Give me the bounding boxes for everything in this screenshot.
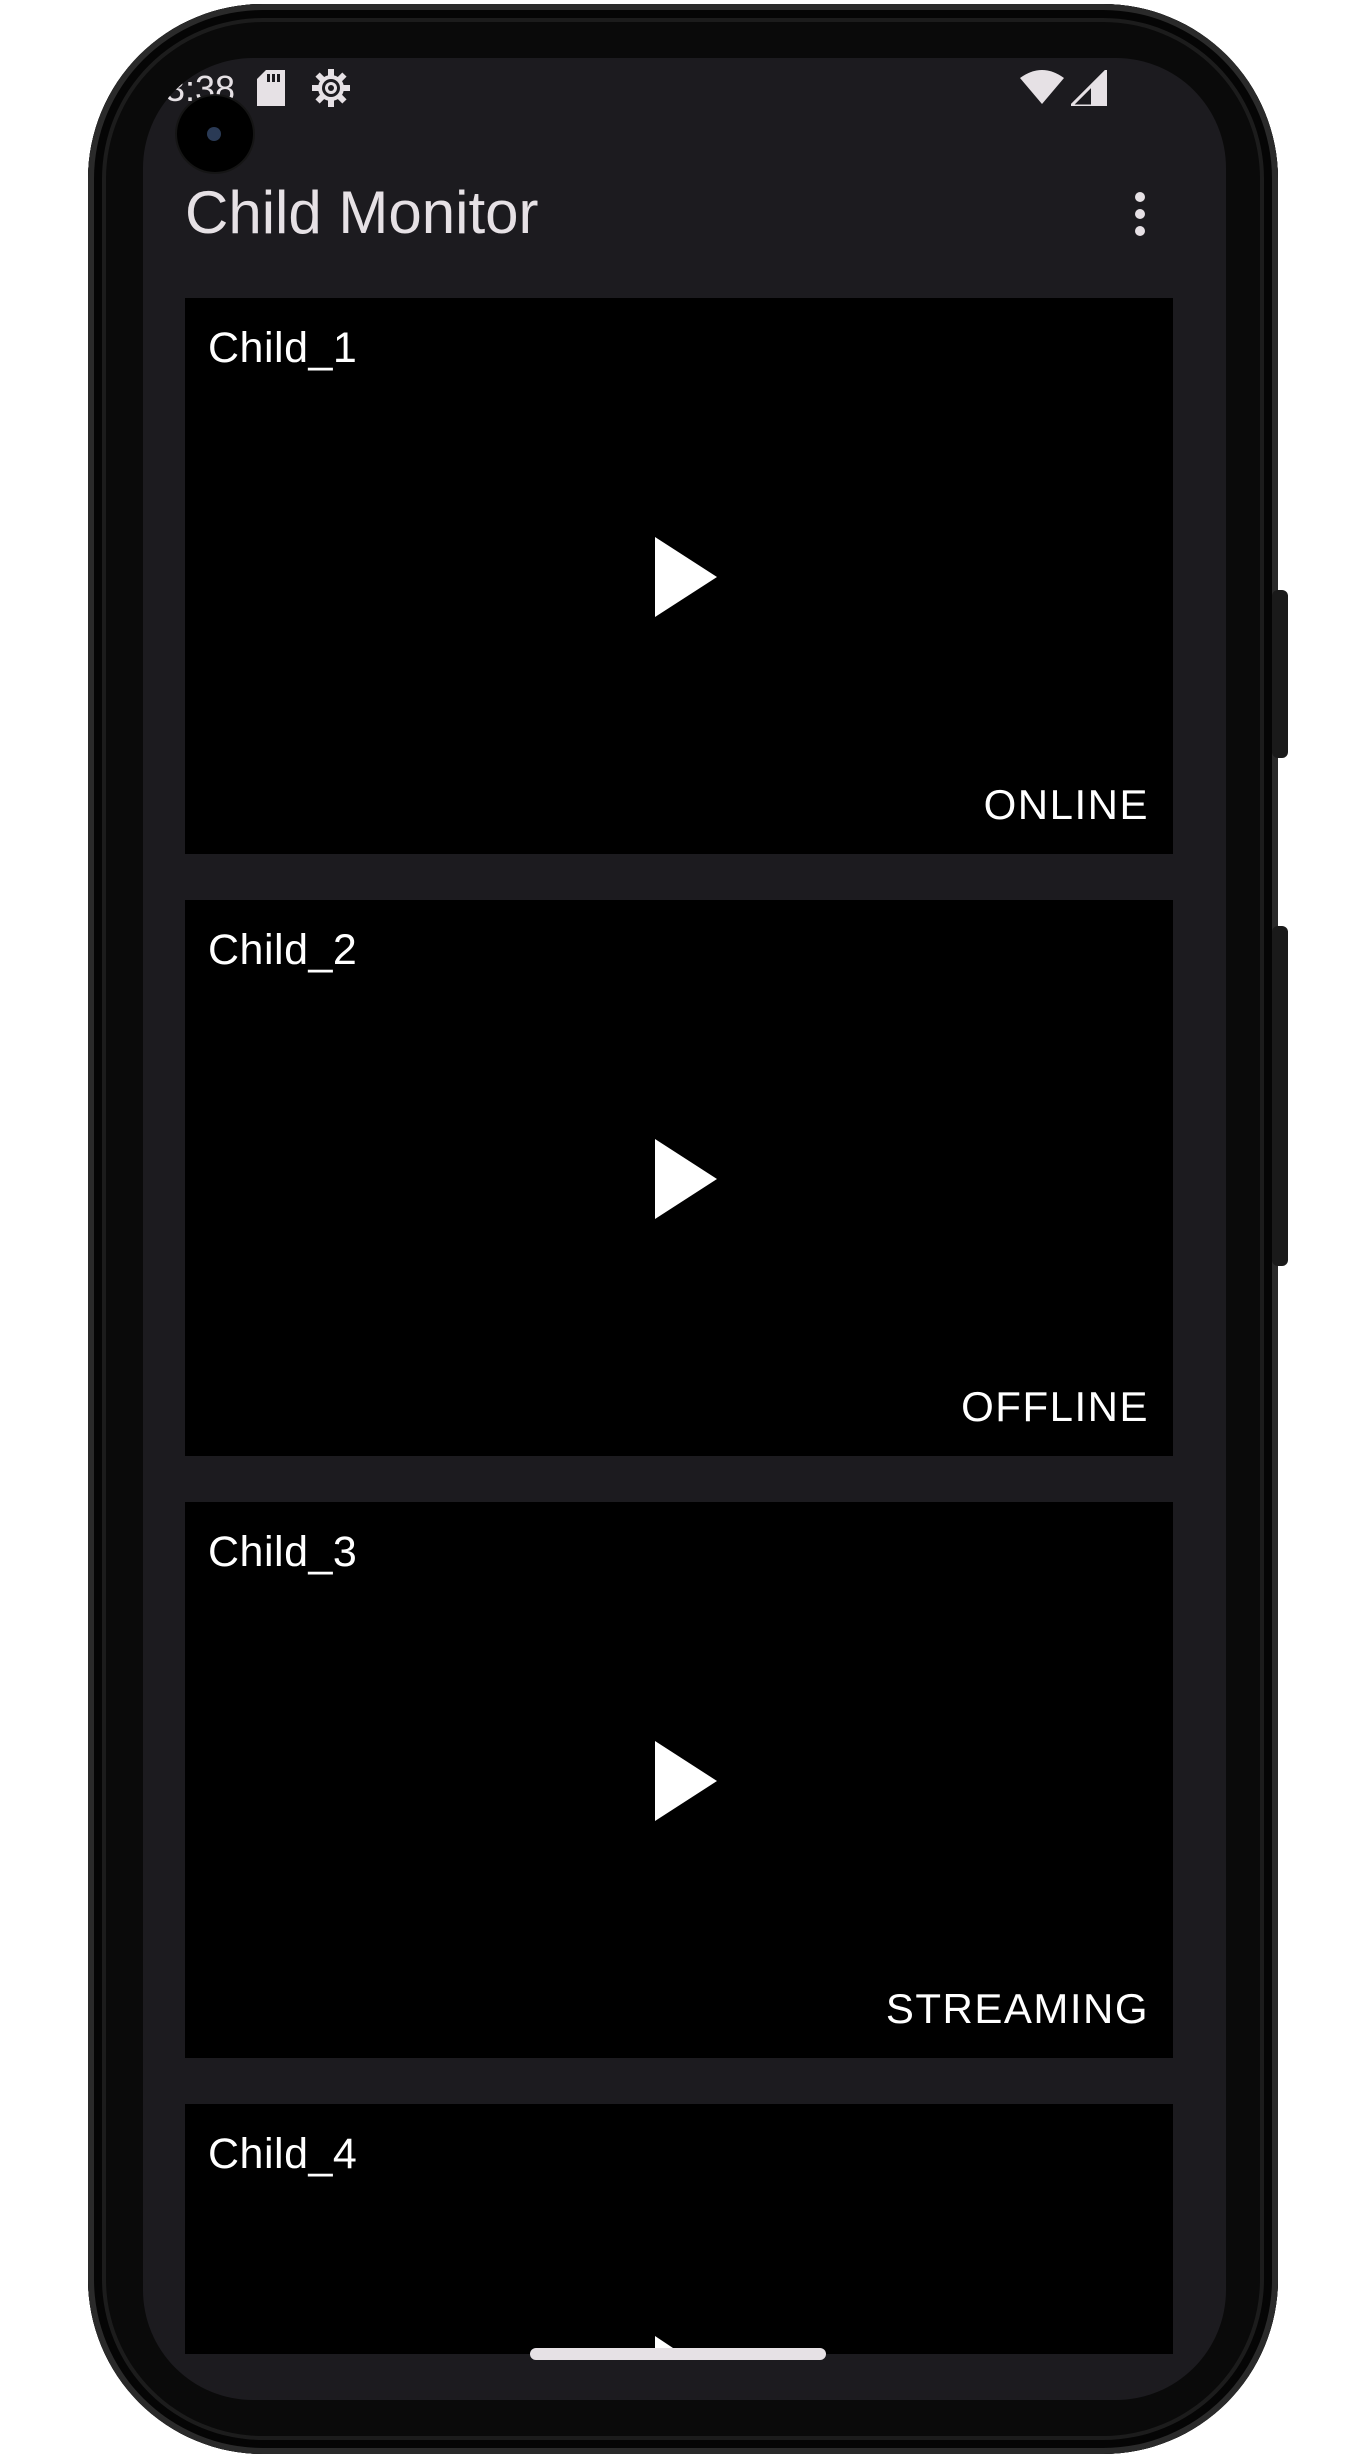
play-icon[interactable] (655, 1139, 717, 1219)
play-icon[interactable] (655, 1741, 717, 1821)
child-status: STREAMING (885, 1985, 1149, 2032)
cellular-signal-icon (1067, 66, 1109, 111)
child-card-3[interactable]: Child_3 STREAMING (185, 1502, 1173, 2058)
camera-lens (207, 127, 221, 141)
child-status: ONLINE (983, 781, 1149, 828)
more-vert-icon[interactable] (1115, 184, 1165, 244)
screen: 3:38 Child Monitor Child_1 ONLINE Child_… (143, 58, 1226, 2400)
settings-gear-icon (311, 68, 351, 113)
child-status: OFFLINE (961, 1383, 1149, 1430)
child-name: Child_3 (208, 1528, 358, 1576)
volume-rocker (1272, 926, 1288, 1266)
child-card-1[interactable]: Child_1 ONLINE (185, 298, 1173, 854)
play-icon[interactable] (655, 537, 717, 617)
wifi-icon (1020, 70, 1064, 111)
app-bar: Child Monitor (143, 158, 1226, 268)
child-name: Child_4 (208, 2130, 358, 2178)
gesture-nav-handle[interactable] (530, 2348, 826, 2360)
power-button (1272, 590, 1288, 758)
status-bar: 3:38 (143, 58, 1226, 124)
child-card-4[interactable]: Child_4 (185, 2104, 1173, 2354)
sd-card-icon (257, 70, 285, 111)
app-title: Child Monitor (185, 179, 539, 246)
child-name: Child_2 (208, 926, 358, 974)
page: 3:38 Child Monitor Child_1 ONLINE Child_… (0, 0, 1370, 2463)
child-name: Child_1 (208, 324, 358, 372)
child-card-2[interactable]: Child_2 OFFLINE (185, 900, 1173, 1456)
